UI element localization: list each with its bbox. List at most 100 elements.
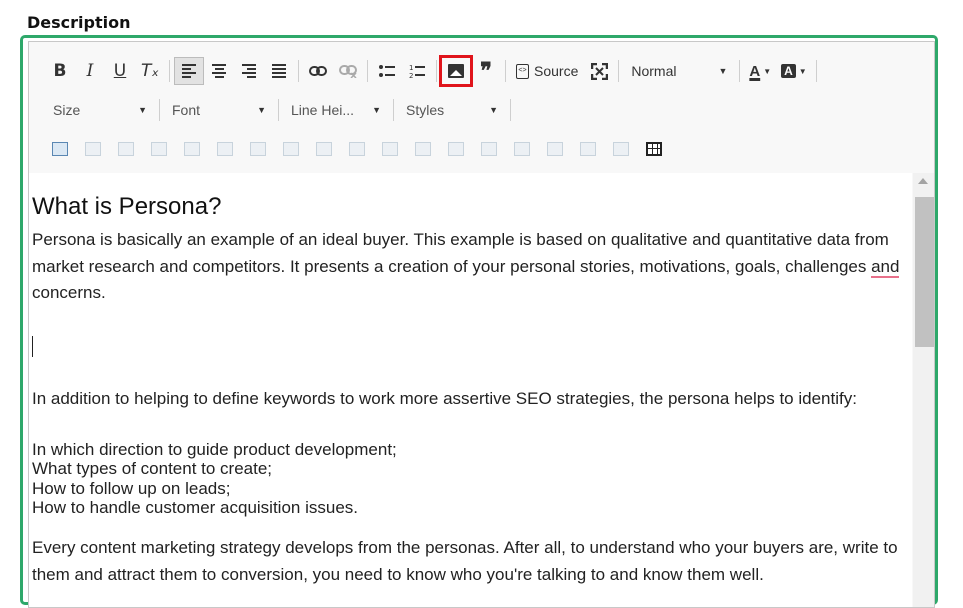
background-color-icon: A	[781, 64, 796, 78]
split-vertical-icon	[546, 142, 563, 156]
numbered-list-button[interactable]: 12	[402, 57, 432, 85]
text-color-button[interactable]: A ▼	[744, 57, 776, 85]
vertical-scrollbar[interactable]	[913, 173, 934, 607]
editor-frame: B I U Tₓ 1 2 ❞ <> Source Normal ▼ A ▼ A …	[20, 35, 938, 608]
table-delete-icon	[84, 142, 101, 156]
numbered-list-icon: 12	[409, 64, 425, 79]
insert-row-after-button[interactable]	[175, 136, 208, 162]
split-vertical-button[interactable]	[538, 136, 571, 162]
line-height-dropdown[interactable]: Line Hei... ▼	[283, 96, 389, 124]
align-center-button[interactable]	[204, 57, 234, 85]
toolbar-separator	[393, 99, 394, 121]
table-grid-icon	[645, 142, 662, 156]
align-center-icon	[212, 64, 226, 78]
content-heading: What is Persona?	[32, 193, 222, 220]
toolbar-separator	[159, 99, 160, 121]
split-cell-button[interactable]	[439, 136, 472, 162]
underline-button[interactable]: U	[105, 57, 135, 85]
editor-content[interactable]: What is Persona? Persona is basically an…	[29, 173, 912, 607]
description-label: Description	[27, 13, 131, 32]
font-dropdown[interactable]: Font ▼	[164, 96, 274, 124]
link-button[interactable]	[303, 57, 333, 85]
chevron-down-icon: ▼	[372, 105, 381, 115]
content-list-item: How to handle customer acquisition issue…	[32, 498, 358, 517]
column-delete-icon	[315, 142, 332, 156]
chevron-down-icon: ▼	[798, 66, 807, 76]
scroll-up-arrow-icon[interactable]	[918, 178, 928, 184]
size-dropdown-label: Size	[53, 102, 81, 118]
column-after-icon	[282, 142, 299, 156]
move-column-button[interactable]	[340, 136, 373, 162]
format-dropdown[interactable]: Normal ▼	[623, 57, 735, 85]
format-dropdown-value: Normal	[631, 63, 677, 79]
merge-right-icon	[579, 142, 596, 156]
maximize-icon	[590, 62, 608, 80]
insert-column-before-button[interactable]	[241, 136, 274, 162]
bold-button[interactable]: B	[45, 57, 75, 85]
merge-right-button[interactable]	[571, 136, 604, 162]
toolbar-separator	[367, 60, 368, 82]
toolbar-row-1: B I U Tₓ 1 2 ❞ <> Source Normal ▼ A ▼ A …	[45, 55, 821, 87]
svg-text:2: 2	[409, 72, 413, 79]
source-button[interactable]: <> Source	[510, 57, 584, 85]
remove-format-button[interactable]: Tₓ	[135, 57, 165, 85]
styles-dropdown-label: Styles	[406, 102, 445, 118]
table-properties-icon	[117, 142, 134, 156]
merge-cells-button[interactable]	[406, 136, 439, 162]
table-properties-button[interactable]	[109, 136, 142, 162]
align-left-button[interactable]	[174, 57, 204, 85]
chevron-down-icon: ▼	[489, 105, 498, 115]
source-label: Source	[534, 63, 579, 79]
row-after-icon	[183, 142, 200, 156]
split-cell-icon	[447, 142, 464, 156]
unlink-button[interactable]	[333, 57, 363, 85]
toolbar-separator	[169, 60, 170, 82]
scrollbar-thumb[interactable]	[915, 197, 934, 347]
cell-properties-button[interactable]	[373, 136, 406, 162]
delete-table-button[interactable]	[76, 136, 109, 162]
font-dropdown-label: Font	[172, 102, 201, 118]
blockquote-icon: ❞	[480, 58, 492, 84]
toolbar-separator	[505, 60, 506, 82]
insert-image-button[interactable]	[439, 55, 473, 87]
link-icon	[309, 66, 327, 76]
insert-column-after-button[interactable]	[274, 136, 307, 162]
toolbar-separator	[739, 60, 741, 82]
text-color-icon: A	[749, 62, 761, 80]
toolbar-separator	[298, 60, 299, 82]
text-cursor	[32, 336, 33, 357]
size-dropdown[interactable]: Size ▼	[45, 96, 155, 124]
delete-column-button[interactable]	[307, 136, 340, 162]
styles-dropdown[interactable]: Styles ▼	[398, 96, 506, 124]
bulleted-list-button[interactable]	[372, 57, 402, 85]
unlink-icon	[339, 65, 357, 78]
merge-down-button[interactable]	[604, 136, 637, 162]
table-toolbar	[43, 134, 670, 164]
cell-properties-icon	[381, 142, 398, 156]
insert-table-button[interactable]	[43, 136, 76, 162]
toolbar-separator	[278, 99, 279, 121]
background-color-button[interactable]: A ▼	[776, 57, 812, 85]
chevron-down-icon: ▼	[138, 105, 147, 115]
svg-text:1: 1	[409, 64, 413, 72]
align-right-button[interactable]	[234, 57, 264, 85]
cell-edit-button[interactable]	[472, 136, 505, 162]
content-paragraph: In addition to helping to define keyword…	[32, 389, 857, 408]
remove-format-icon: Tₓ	[141, 61, 159, 81]
split-horizontal-button[interactable]	[505, 136, 538, 162]
merge-down-icon	[612, 142, 629, 156]
maximize-button[interactable]	[584, 57, 614, 85]
insert-row-before-button[interactable]	[142, 136, 175, 162]
toolbar-separator	[436, 60, 437, 82]
delete-row-button[interactable]	[208, 136, 241, 162]
table-grid-button[interactable]	[637, 136, 670, 162]
column-before-icon	[249, 142, 266, 156]
paragraph-text: concerns.	[32, 283, 106, 302]
content-list-item: What types of content to create;	[32, 459, 273, 478]
italic-button[interactable]: I	[75, 57, 105, 85]
blockquote-button[interactable]: ❞	[471, 57, 501, 85]
justify-button[interactable]	[264, 57, 294, 85]
chevron-down-icon: ▼	[257, 105, 266, 115]
toolbar-separator	[815, 60, 817, 82]
toolbar-separator	[618, 60, 620, 82]
